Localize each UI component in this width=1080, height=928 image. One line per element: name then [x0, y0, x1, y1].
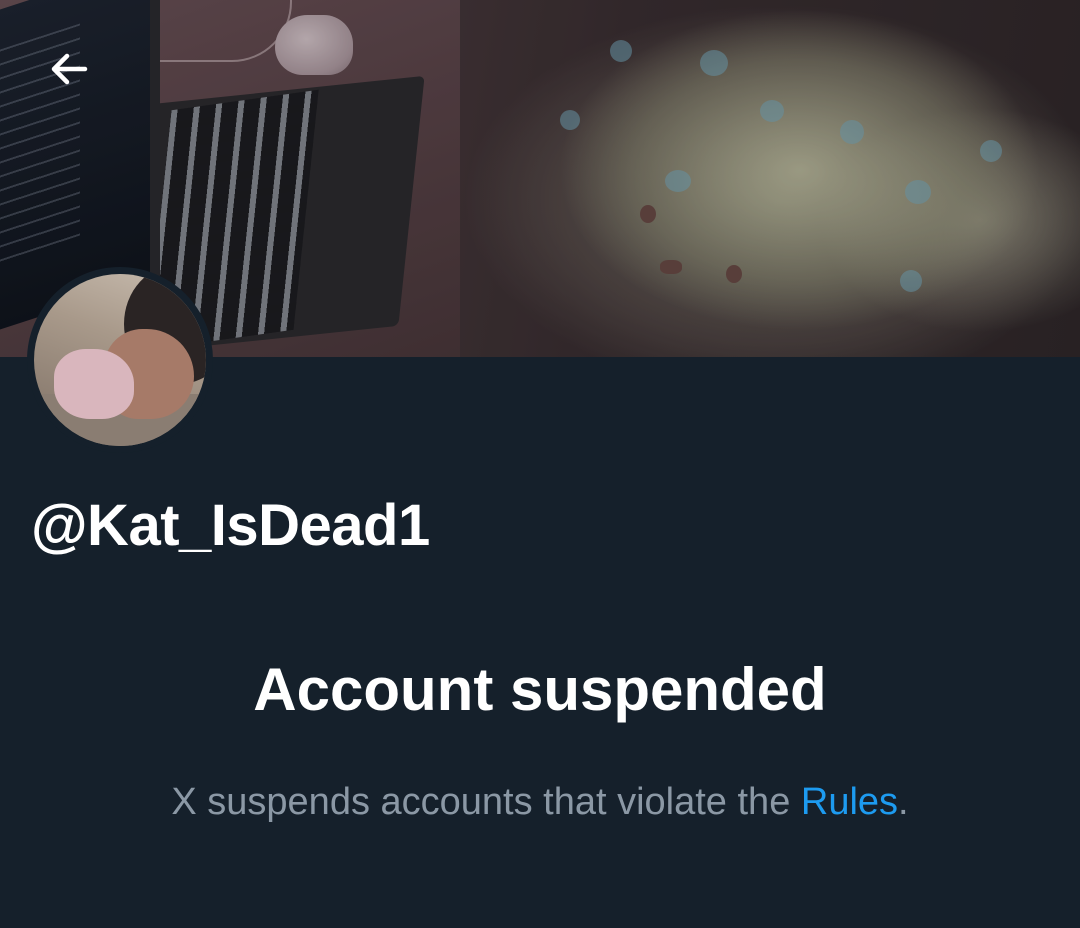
- avatar[interactable]: [27, 267, 213, 453]
- avatar-image: [34, 274, 206, 446]
- suspension-message-text: X suspends accounts that violate the: [171, 781, 801, 823]
- suspension-message-period: .: [898, 781, 909, 823]
- back-button[interactable]: [34, 36, 104, 106]
- arrow-left-icon: [45, 45, 93, 98]
- suspension-title: Account suspended: [253, 656, 827, 723]
- rules-link[interactable]: Rules: [801, 781, 898, 823]
- profile-page: @Kat_IsDead1 Account suspended X suspend…: [0, 0, 1080, 928]
- profile-handle: @Kat_IsDead1: [31, 493, 430, 558]
- suspension-message: X suspends accounts that violate the Rul…: [0, 783, 1080, 821]
